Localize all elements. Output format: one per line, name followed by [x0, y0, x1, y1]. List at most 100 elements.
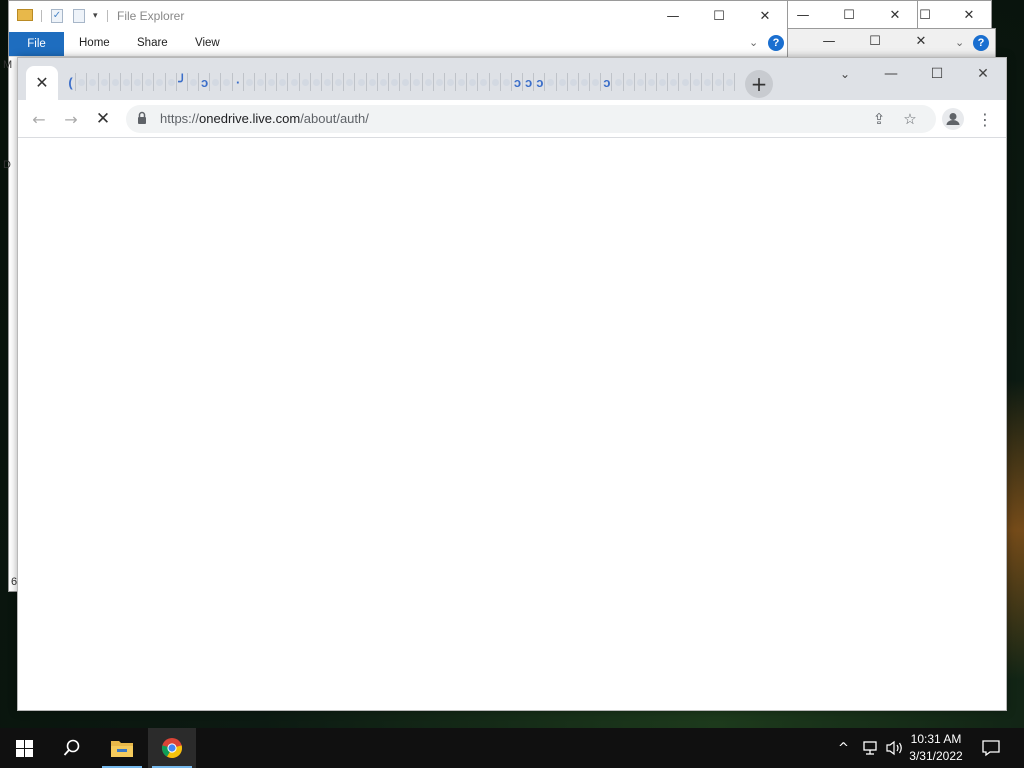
address-bar[interactable]: https://onedrive.live.com/about/auth/ ⇪ …: [126, 105, 936, 133]
ribbon-expand-icon[interactable]: ⌄: [749, 36, 758, 49]
tab-home[interactable]: Home: [79, 37, 110, 49]
notifications-icon[interactable]: [982, 739, 1000, 757]
browser-tab[interactable]: [636, 73, 646, 91]
browser-tab[interactable]: [256, 73, 267, 91]
browser-tab[interactable]: [189, 73, 200, 91]
tab-view[interactable]: View: [195, 37, 220, 49]
tab-search-icon[interactable]: ⌄: [822, 62, 868, 86]
profile-icon[interactable]: [940, 106, 966, 132]
browser-tab[interactable]: ↄ: [513, 73, 524, 91]
browser-tab[interactable]: [390, 73, 401, 91]
help-icon[interactable]: ?: [973, 35, 989, 51]
browser-tab[interactable]: ɔ: [535, 73, 546, 91]
browser-tab[interactable]: ↄ: [602, 73, 613, 91]
browser-tab[interactable]: [289, 73, 300, 91]
close-icon[interactable]: ✕: [875, 3, 915, 27]
browser-tab[interactable]: [714, 73, 725, 91]
maximize-icon[interactable]: ☐: [699, 4, 739, 28]
browser-tab[interactable]: [680, 73, 691, 91]
browser-tab[interactable]: [211, 73, 222, 91]
page-content[interactable]: [18, 138, 1006, 710]
browser-tab[interactable]: [546, 73, 557, 91]
taskbar-chrome[interactable]: [148, 728, 196, 768]
menu-icon[interactable]: ⋮: [972, 106, 998, 132]
clock[interactable]: 10:31 AM 3/31/2022: [906, 731, 966, 765]
browser-tab[interactable]: ɔ: [524, 73, 535, 91]
browser-tab[interactable]: [491, 73, 501, 91]
browser-tab[interactable]: [401, 73, 412, 91]
browser-tab[interactable]: [692, 73, 702, 91]
search-button[interactable]: [48, 728, 96, 768]
browser-tab[interactable]: [345, 73, 356, 91]
browser-tab[interactable]: [703, 73, 713, 91]
bookmark-star-icon[interactable]: ☆: [898, 107, 922, 131]
back-icon[interactable]: ←: [26, 106, 52, 132]
browser-tab[interactable]: ·: [234, 73, 244, 91]
browser-tab[interactable]: [334, 73, 345, 91]
close-icon[interactable]: ✕: [745, 4, 785, 28]
chevron-up-icon[interactable]: ^: [838, 741, 849, 756]
browser-tab[interactable]: [424, 73, 434, 91]
browser-tab[interactable]: [457, 73, 468, 91]
network-tray[interactable]: [862, 728, 880, 768]
minimize-icon[interactable]: —: [783, 3, 823, 27]
browser-tab[interactable]: [479, 73, 490, 91]
browser-tab[interactable]: [412, 73, 423, 91]
close-icon[interactable]: ✕: [901, 29, 941, 53]
share-icon[interactable]: ⇪: [867, 107, 891, 131]
minimize-icon[interactable]: —: [809, 29, 849, 53]
browser-tab[interactable]: [446, 73, 457, 91]
browser-tab[interactable]: [558, 73, 568, 91]
active-tab[interactable]: ✕: [26, 66, 58, 100]
browser-tab[interactable]: [379, 73, 389, 91]
browser-tab[interactable]: [502, 73, 512, 91]
chrome-window[interactable]: ✕ (╯ ↄ · ↄ ɔ ɔ ↄ + ⌄ — ☐ ✕ ← → ✕ https://onedr…: [17, 57, 1007, 711]
quick-access-dropdown-icon[interactable]: ▾: [93, 10, 98, 21]
browser-tab[interactable]: [222, 73, 233, 91]
browser-tab[interactable]: [647, 73, 658, 91]
start-button[interactable]: [0, 728, 48, 768]
browser-tab[interactable]: [88, 73, 99, 91]
close-icon[interactable]: ✕: [949, 3, 989, 27]
browser-tab[interactable]: ╯: [178, 73, 188, 91]
browser-tab[interactable]: [111, 73, 121, 91]
stop-loading-icon[interactable]: ✕: [90, 106, 116, 132]
browser-tab[interactable]: [301, 73, 311, 91]
browser-tab[interactable]: [725, 73, 736, 91]
browser-tab[interactable]: [625, 73, 635, 91]
browser-tab[interactable]: [368, 73, 378, 91]
tab-file[interactable]: File: [9, 32, 64, 56]
browser-tab[interactable]: [658, 73, 669, 91]
browser-tab[interactable]: [468, 73, 479, 91]
browser-tab[interactable]: ↄ: [200, 73, 211, 91]
browser-tab[interactable]: [133, 73, 144, 91]
browser-tab[interactable]: [323, 73, 334, 91]
browser-tab[interactable]: [569, 73, 579, 91]
browser-tab[interactable]: [591, 73, 602, 91]
browser-tab[interactable]: [122, 73, 133, 91]
ribbon-expand-icon[interactable]: ⌄: [955, 36, 964, 49]
tab-share[interactable]: Share: [137, 37, 168, 49]
volume-icon[interactable]: [886, 740, 904, 756]
properties-icon[interactable]: ✓: [51, 9, 63, 23]
browser-tab[interactable]: [155, 73, 166, 91]
lock-icon[interactable]: [136, 111, 148, 125]
browser-tab[interactable]: [669, 73, 680, 91]
tab-close-icon[interactable]: ✕: [35, 73, 48, 93]
browser-tab[interactable]: [356, 73, 367, 91]
browser-tab[interactable]: [245, 73, 255, 91]
maximize-icon[interactable]: ☐: [914, 62, 960, 86]
action-center[interactable]: [982, 728, 1000, 768]
taskbar-file-explorer[interactable]: [98, 728, 146, 768]
browser-tab[interactable]: [312, 73, 322, 91]
minimize-icon[interactable]: —: [653, 4, 693, 28]
browser-tab[interactable]: [278, 73, 289, 91]
show-hidden-icons[interactable]: ^: [838, 728, 849, 768]
browser-tab[interactable]: [167, 73, 177, 91]
new-tab-button[interactable]: +: [745, 70, 773, 98]
network-icon[interactable]: [862, 740, 880, 756]
maximize-icon[interactable]: ☐: [829, 3, 869, 27]
browser-tab[interactable]: [580, 73, 591, 91]
new-folder-icon[interactable]: [73, 9, 85, 23]
browser-tab[interactable]: [144, 73, 155, 91]
